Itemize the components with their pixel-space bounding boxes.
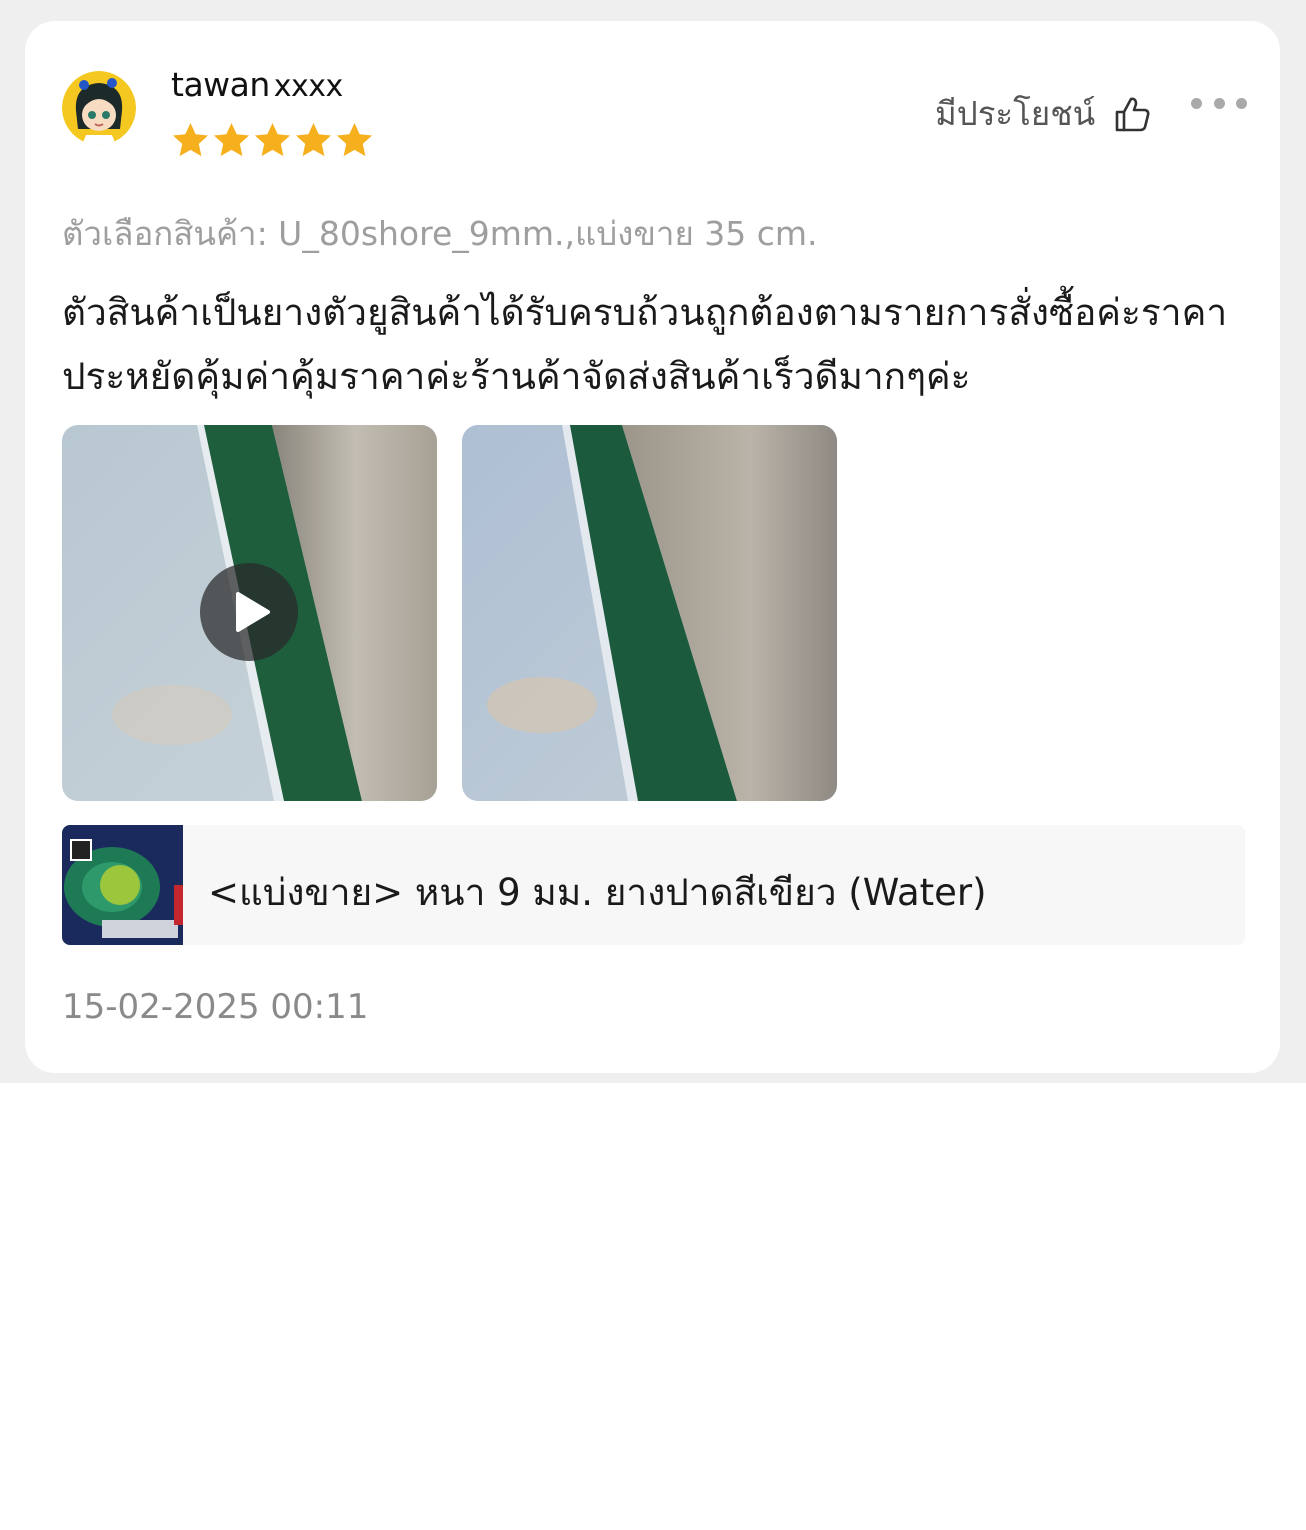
reviewer-name-mask: xxxx — [273, 69, 344, 104]
review-text: ตัวสินค้าเป็นยางตัวยูสินค้าได้รับครบถ้วน… — [62, 291, 1228, 398]
review-card: tawan xxxx มีประโยชน์ ตัวเลือกสินค้า: U_8… — [25, 21, 1280, 1073]
helpful-label: มีประโยชน์ — [935, 94, 1096, 133]
star-icon — [213, 122, 250, 157]
review-video[interactable] — [62, 425, 437, 801]
product-thumbnail — [62, 825, 183, 945]
avatar[interactable] — [62, 71, 136, 145]
product-title: <แบ่งขาย> หนา 9 มม. ยางปาดสีเขียว (Water… — [208, 871, 987, 914]
star-icon — [254, 122, 291, 157]
more-dots-icon — [1191, 97, 1202, 109]
reviewer-name-text: tawan — [171, 65, 270, 104]
star-icon — [172, 122, 209, 157]
thumbs-up-icon — [1115, 97, 1150, 131]
video-play-button[interactable] — [200, 563, 298, 661]
star-icon — [336, 122, 373, 157]
helpful-button[interactable]: มีประโยชน์ — [935, 87, 1151, 140]
review-timestamp: 15-02-2025 00:11 — [62, 987, 369, 1027]
more-options-button[interactable] — [1191, 93, 1247, 113]
star-icon — [295, 122, 332, 157]
review-image[interactable] — [462, 425, 837, 801]
reviewer-name: tawan xxxx — [171, 65, 343, 104]
play-icon — [236, 592, 270, 632]
rating-stars — [171, 121, 374, 160]
product-variation: ตัวเลือกสินค้า: U_80shore_9mm.,แบ่งขาย 3… — [62, 214, 818, 253]
product-link[interactable]: <แบ่งขาย> หนา 9 มม. ยางปาดสีเขียว (Water… — [62, 825, 1245, 945]
